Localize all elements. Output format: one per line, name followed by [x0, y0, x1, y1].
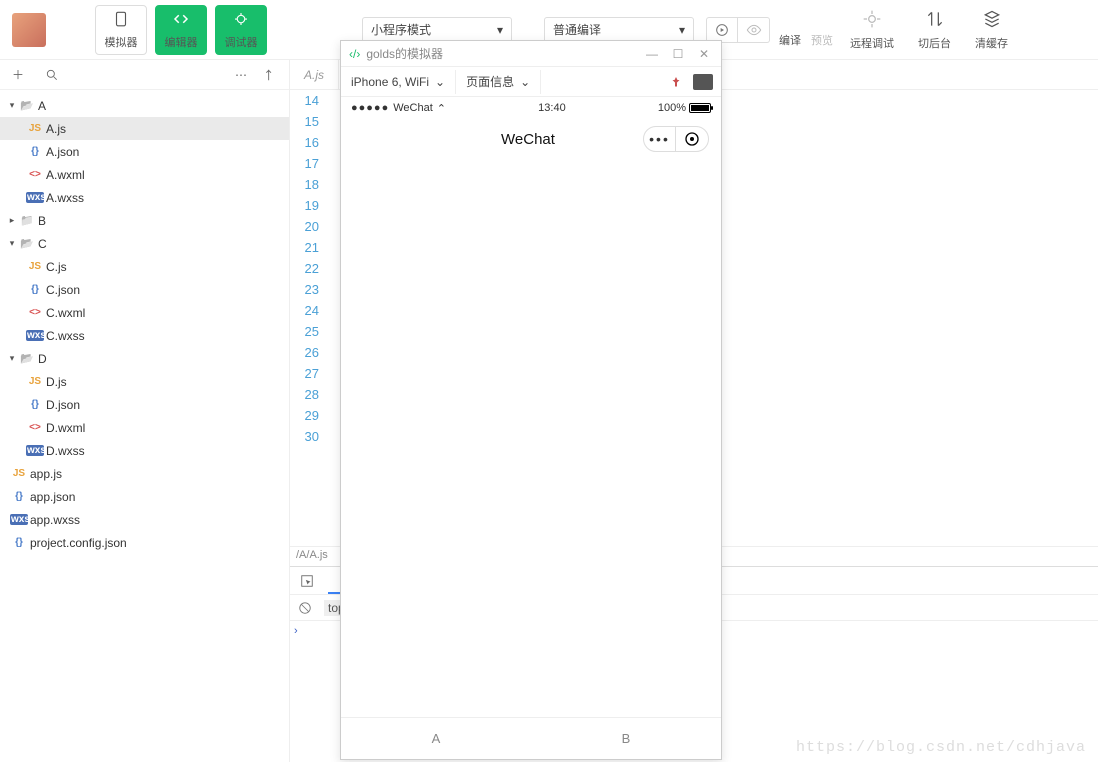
eye-icon [746, 22, 762, 38]
clear-console-button[interactable] [296, 599, 314, 617]
phone-icon [112, 10, 130, 28]
phone-tabbar: A B [341, 717, 721, 759]
file-c-wxss[interactable]: wxssC.wxss [0, 324, 289, 347]
avatar[interactable] [12, 13, 46, 47]
app-header: WeChat ••• [341, 119, 721, 159]
remote-icon [862, 9, 882, 29]
snapshot-button[interactable] [693, 74, 713, 90]
app-title: WeChat [413, 131, 643, 148]
pin-button[interactable] [665, 71, 687, 93]
file-d-json[interactable]: {}D.json [0, 393, 289, 416]
device-select[interactable]: iPhone 6, WiFi ⌄ [341, 70, 456, 94]
file-app-wxss[interactable]: wxssapp.wxss [0, 508, 289, 531]
file-a-json[interactable]: {}A.json [0, 140, 289, 163]
wifi-icon: ⌃ [437, 102, 446, 115]
simulator-toolbar: iPhone 6, WiFi ⌄ 页面信息 ⌄ [341, 67, 721, 97]
file-c-js[interactable]: JSC.js [0, 255, 289, 278]
folder-a[interactable]: ▾A [0, 94, 289, 117]
code-icon [172, 10, 190, 28]
file-a-js[interactable]: JSA.js [0, 117, 289, 140]
remote-debug-label: 远程调试 [850, 35, 894, 51]
no-icon [298, 601, 312, 615]
bug-icon [232, 10, 250, 28]
capsule-close-icon[interactable] [676, 131, 708, 147]
simulator-window: ‹/› golds的模拟器 — ☐ ✕ iPhone 6, WiFi ⌄ 页面信… [340, 40, 722, 760]
phone-content [341, 159, 721, 717]
folder-d[interactable]: ▾D [0, 347, 289, 370]
search-button[interactable] [42, 65, 62, 85]
compile-dropdown-label: 普通编译 [553, 21, 601, 38]
editor-label: 编辑器 [165, 34, 198, 50]
close-button[interactable]: ✕ [695, 45, 713, 63]
phone-screen: ●●●●● WeChat ⌃ 13:40 100% WeChat ••• A B [341, 97, 721, 759]
folder-c[interactable]: ▾C [0, 232, 289, 255]
tab-b[interactable]: B [531, 718, 721, 759]
file-d-wxml[interactable]: <>D.wxml [0, 416, 289, 439]
mode-dropdown-label: 小程序模式 [371, 21, 431, 38]
collapse-button[interactable] [261, 65, 281, 85]
carrier-label: WeChat [393, 102, 433, 114]
file-c-json[interactable]: {}C.json [0, 278, 289, 301]
compile-icon-button[interactable] [706, 17, 738, 43]
signal-icon: ●●●●● [351, 102, 389, 114]
maximize-button[interactable]: ☐ [669, 45, 687, 63]
compile-icon [714, 22, 730, 38]
simulator-title: golds的模拟器 [366, 45, 635, 62]
collapse-icon [264, 68, 278, 82]
folder-b[interactable]: ▸B [0, 209, 289, 232]
preview-label: 预览 [806, 32, 838, 48]
code-icon: ‹/› [349, 47, 360, 61]
file-a-wxml[interactable]: <>A.wxml [0, 163, 289, 186]
file-a-wxss[interactable]: wxssA.wxss [0, 186, 289, 209]
preview-icon-button[interactable] [738, 17, 770, 43]
file-app-js[interactable]: JSapp.js [0, 462, 289, 485]
compile-dropdown[interactable]: 普通编译 ▾ [544, 17, 694, 43]
file-app-json[interactable]: {}app.json [0, 485, 289, 508]
line-gutter: 1415161718192021222324252627282930 [290, 90, 325, 447]
simulator-label: 模拟器 [105, 34, 138, 50]
simulator-titlebar[interactable]: ‹/› golds的模拟器 — ☐ ✕ [341, 41, 721, 67]
compile-label: 编译 [774, 32, 806, 48]
caret-down-icon: ▾ [497, 23, 503, 37]
caret-down-icon: ▾ [679, 23, 685, 37]
battery-icon [689, 103, 711, 113]
debugger-label: 调试器 [225, 34, 258, 50]
tab-a[interactable]: A [341, 718, 531, 759]
battery-label: 100% [658, 102, 686, 114]
watermark: https://blog.csdn.net/cdhjava [796, 739, 1086, 756]
minimize-button[interactable]: — [643, 45, 661, 63]
file-tree: ▾A JSA.js {}A.json <>A.wxml wxssA.wxss ▸… [0, 90, 289, 762]
capsule-button[interactable]: ••• [643, 126, 709, 152]
file-c-wxml[interactable]: <>C.wxml [0, 301, 289, 324]
file-d-wxss[interactable]: wxssD.wxss [0, 439, 289, 462]
explorer-toolbar: ＋ ⋯ [0, 60, 289, 90]
inspect-icon [300, 574, 314, 588]
remote-debug-button[interactable]: 远程调试 [850, 9, 894, 51]
clear-cache-label: 清缓存 [975, 35, 1008, 51]
switch-bg-label: 切后台 [918, 35, 951, 51]
editor-tab-active[interactable]: A.js [290, 60, 339, 89]
search-icon [45, 68, 59, 82]
file-project-config[interactable]: {}project.config.json [0, 531, 289, 554]
inspect-button[interactable] [296, 570, 318, 592]
more-button[interactable]: ⋯ [231, 65, 251, 85]
editor-button[interactable]: 编辑器 [155, 5, 207, 55]
pin-icon [670, 75, 682, 89]
mode-dropdown[interactable]: 小程序模式 ▾ [362, 17, 512, 43]
capsule-menu-icon[interactable]: ••• [644, 127, 676, 151]
switch-icon [925, 9, 945, 29]
new-file-button[interactable]: ＋ [8, 65, 28, 85]
simulator-button[interactable]: 模拟器 [95, 5, 147, 55]
time-label: 13:40 [446, 102, 658, 114]
switch-bg-button[interactable]: 切后台 [918, 9, 951, 51]
debugger-button[interactable]: 调试器 [215, 5, 267, 55]
clear-cache-button[interactable]: 清缓存 [975, 9, 1008, 51]
stack-icon [982, 9, 1002, 29]
page-info-select[interactable]: 页面信息 ⌄ [456, 70, 541, 94]
status-bar: ●●●●● WeChat ⌃ 13:40 100% [341, 97, 721, 119]
file-explorer: ＋ ⋯ ▾A JSA.js {}A.json <>A.wxml wxssA.wx… [0, 60, 290, 762]
file-d-js[interactable]: JSD.js [0, 370, 289, 393]
